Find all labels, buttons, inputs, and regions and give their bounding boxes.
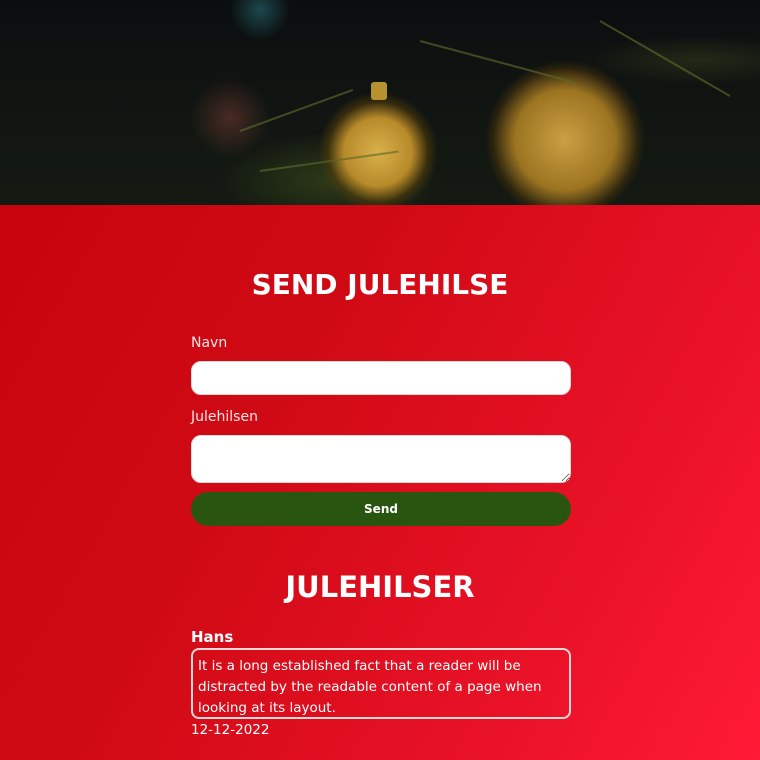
pine-needle	[239, 89, 354, 132]
hero-image	[0, 0, 760, 205]
greeting-message: It is a long established fact that a rea…	[191, 648, 571, 719]
pine-needle	[259, 150, 399, 172]
send-button[interactable]: Send	[191, 492, 571, 526]
greeting-date: 12-12-2022	[191, 722, 270, 738]
ornament-cap	[371, 82, 387, 100]
name-input[interactable]	[191, 361, 571, 395]
name-label: Navn	[191, 335, 228, 351]
greetings-title: JULEHILSER	[285, 570, 475, 604]
form-title: SEND JULEHILSE	[251, 268, 509, 301]
pine-needle	[599, 20, 731, 97]
greeting-author: Hans	[191, 628, 234, 646]
pine-needle	[419, 40, 575, 84]
greeting-label: Julehilsen	[191, 409, 258, 425]
greeting-textarea[interactable]	[191, 435, 571, 483]
